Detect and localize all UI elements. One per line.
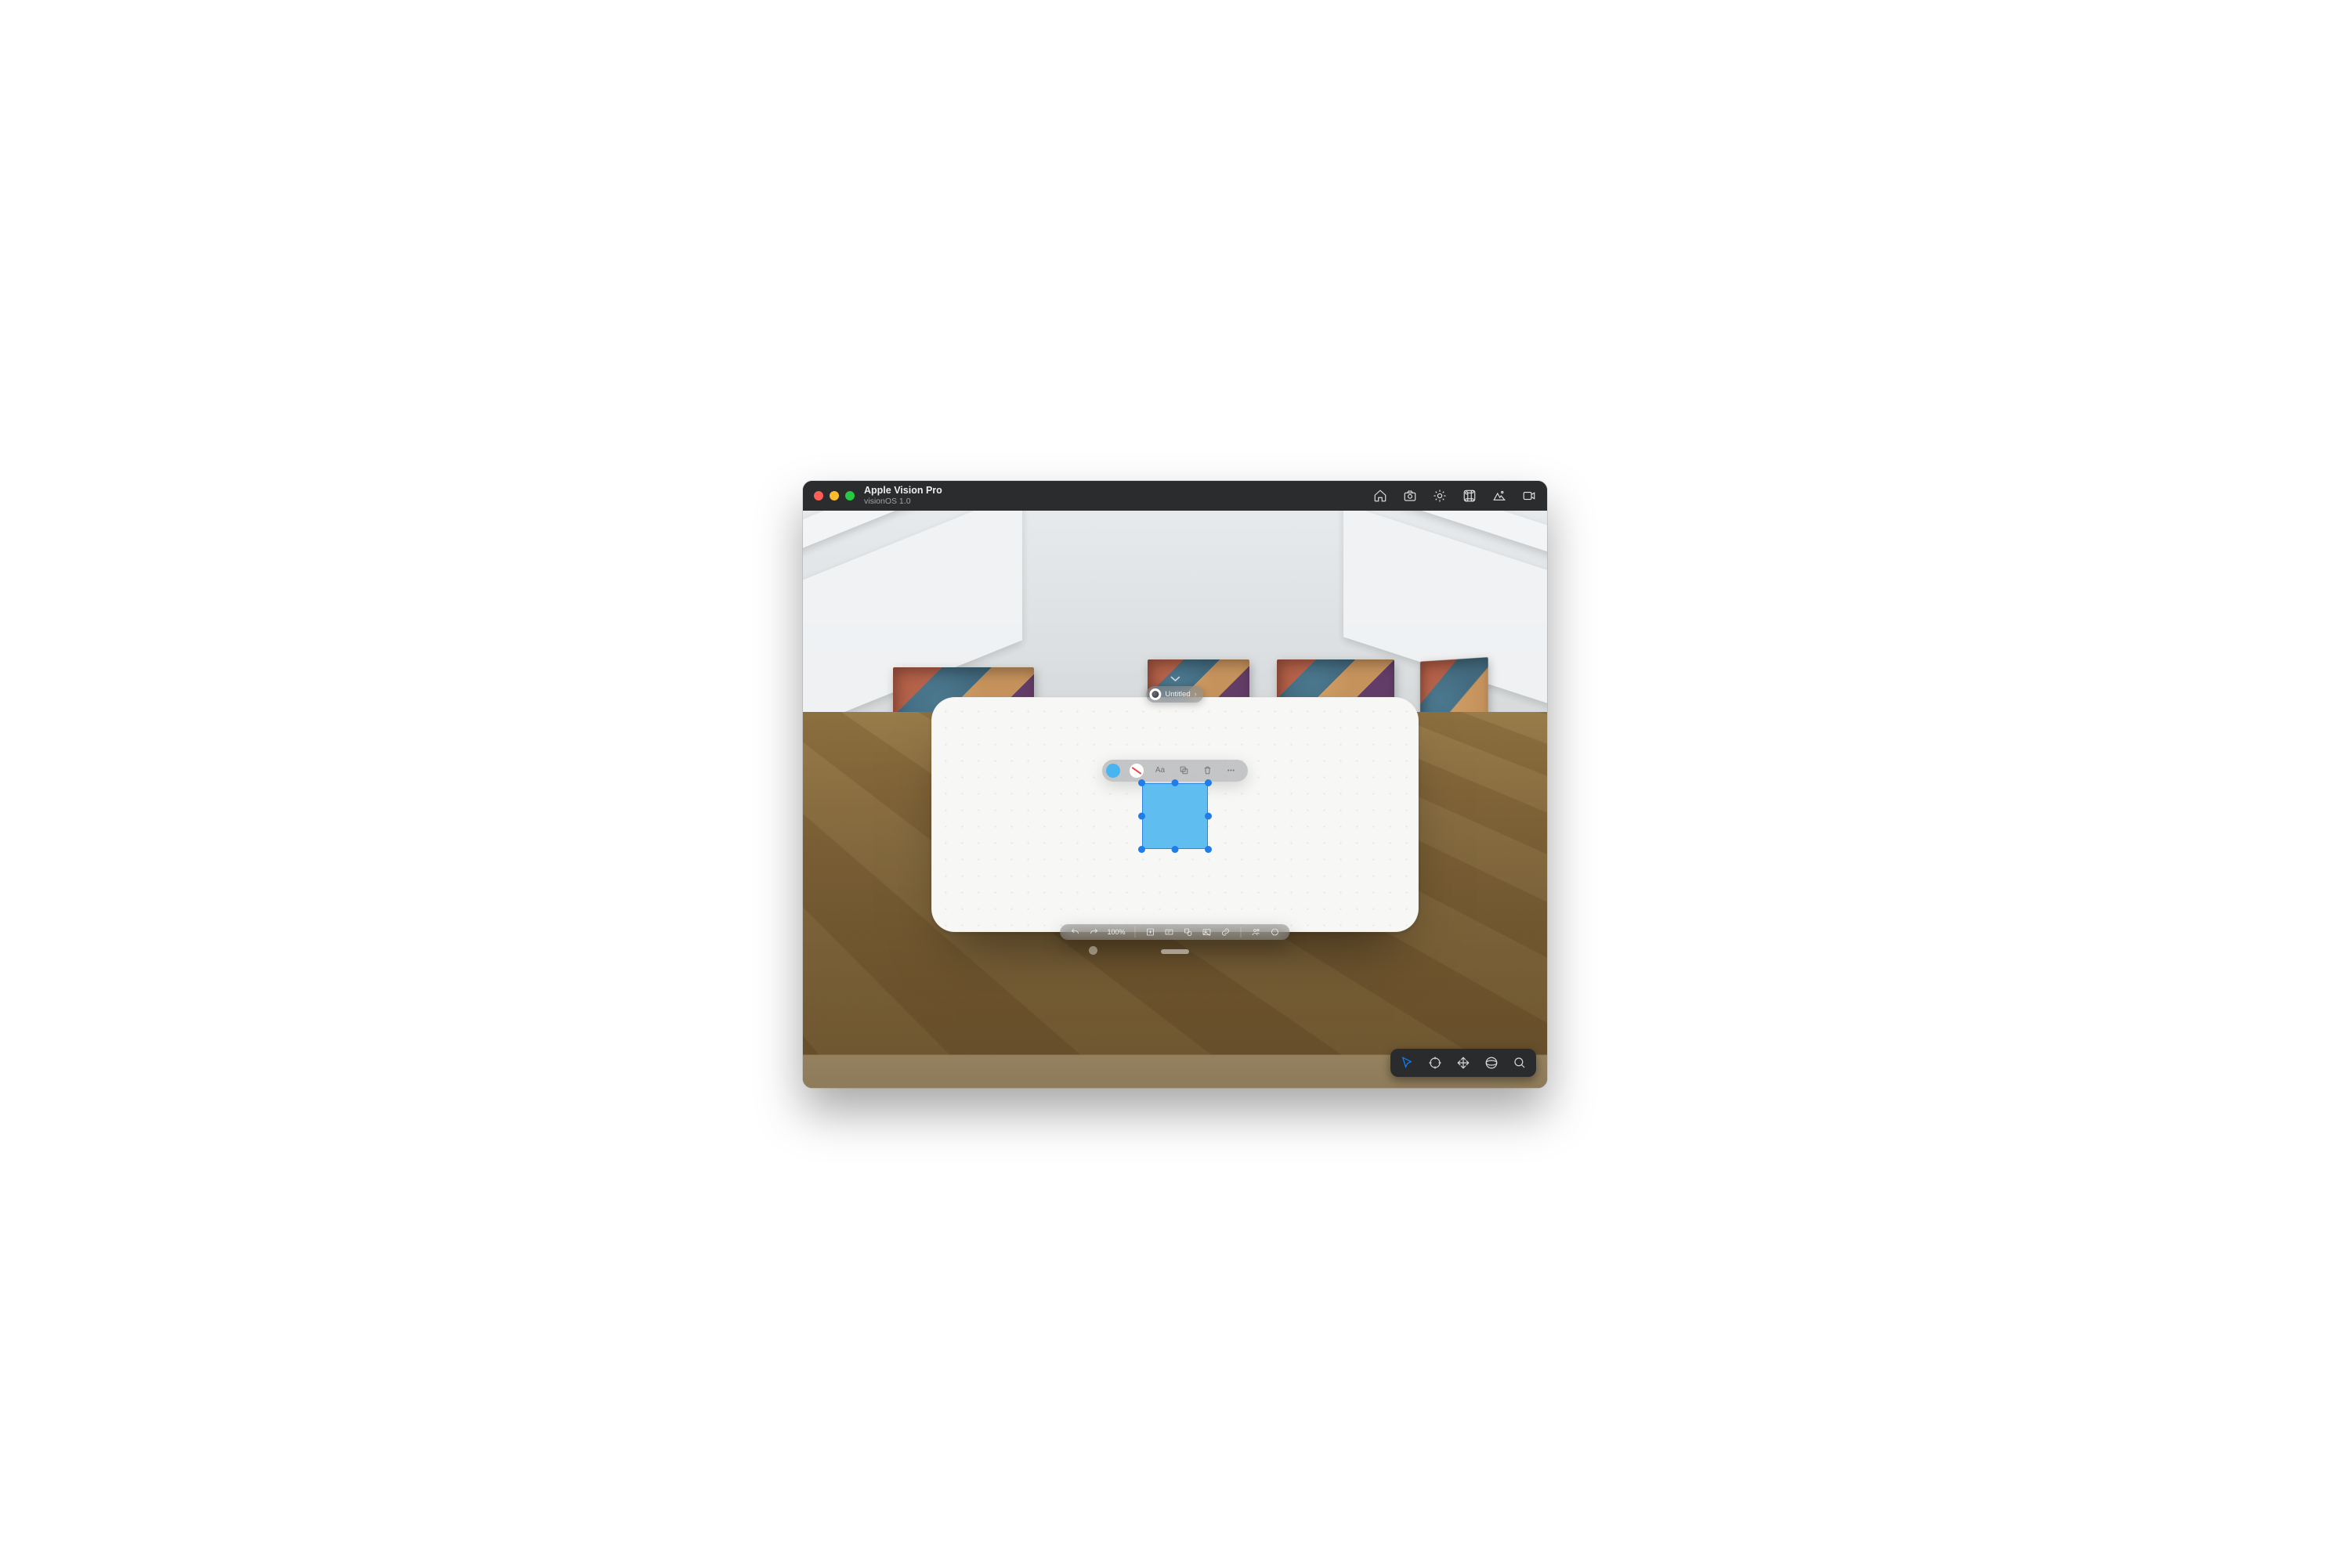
zoom-icon[interactable] [845,491,855,500]
toolbar-separator [1241,927,1242,938]
shapes-icon [1184,927,1193,937]
add-file-button[interactable] [1220,927,1231,938]
resize-handle-ml[interactable] [1138,812,1145,819]
document-title-pill[interactable]: Untitled › [1146,686,1203,703]
textbox-icon [1165,927,1174,937]
zoom-label[interactable]: 100% [1107,928,1125,936]
window-subtitle: visionOS 1.0 [864,497,942,506]
pan-tool-button[interactable] [1452,1053,1475,1073]
app-icon [1149,688,1161,700]
add-shape-button[interactable] [1183,927,1194,938]
magnify-icon [1513,1056,1527,1070]
chevron-down-icon[interactable] [1170,675,1180,683]
window-title: Apple Vision Pro [864,485,942,496]
resize-handle-tl[interactable] [1138,779,1145,786]
orbit-tool-button[interactable] [1480,1053,1503,1073]
delete-button[interactable] [1199,763,1215,779]
link-icon [1221,927,1231,937]
square-shape[interactable] [1142,783,1208,849]
fill-color-icon [1106,764,1120,778]
close-window-button[interactable] [1089,946,1097,955]
resize-handle-mr[interactable] [1205,812,1212,819]
fill-color-swatch[interactable] [1105,763,1121,779]
media-icon [1202,927,1212,937]
circle-icon [1271,927,1280,937]
shortcuts-button[interactable] [1462,489,1477,503]
resize-handle-br[interactable] [1205,846,1212,853]
freeform-canvas[interactable]: Aa [931,697,1419,932]
target-tool-button[interactable] [1423,1053,1447,1073]
pointer-icon [1400,1056,1414,1070]
collaborate-icon [1252,927,1261,937]
window-move-handle[interactable] [1161,949,1189,954]
simulator-camera-toolbar [1390,1049,1536,1077]
more-icon [1226,765,1236,775]
camera-icon [1403,489,1417,503]
add-text-button[interactable] [1164,927,1175,938]
more-button[interactable] [1223,763,1238,779]
shape-context-toolbar: Aa [1102,760,1248,782]
arrange-button[interactable] [1176,763,1191,779]
capture-button[interactable] [1403,489,1417,503]
document-title-label: Untitled [1165,690,1190,699]
titlebar: Apple Vision Pro visionOS 1.0 [803,481,1547,511]
canvas-toolbar: 100% [1060,924,1289,940]
brightness-icon [1433,489,1447,503]
traffic-lights [814,491,855,500]
minimize-icon[interactable] [830,491,839,500]
close-icon[interactable] [814,491,823,500]
share-button[interactable] [1251,927,1262,938]
simulator-window: Apple Vision Pro visionOS 1.0 [803,481,1547,1088]
arrange-icon [1179,765,1189,775]
pointer-tool-button[interactable] [1395,1053,1419,1073]
no-stroke-icon [1130,764,1144,778]
environment-button[interactable] [1492,489,1506,503]
viewport[interactable]: Untitled › Aa [803,511,1547,1088]
titlebar-right [1373,489,1536,503]
add-note-button[interactable] [1145,927,1156,938]
pan-icon [1456,1056,1470,1070]
brightness-button[interactable] [1433,489,1447,503]
sticky-note-icon [1146,927,1155,937]
document-title-group: Untitled › [1146,675,1203,703]
text-style-button[interactable]: Aa [1152,763,1168,779]
resize-handle-bm[interactable] [1172,846,1179,853]
home-icon [1373,489,1387,503]
target-icon [1428,1056,1442,1070]
more-canvas-button[interactable] [1270,927,1281,938]
redo-icon [1089,927,1098,937]
title-wrap: Apple Vision Pro visionOS 1.0 [864,485,942,505]
orbit-icon [1484,1056,1499,1070]
command-icon [1462,489,1477,503]
add-media-button[interactable] [1202,927,1213,938]
redo-button[interactable] [1088,927,1099,938]
trash-icon [1202,765,1213,775]
resize-handle-bl[interactable] [1138,846,1145,853]
chevron-right-icon: › [1195,690,1197,698]
record-button[interactable] [1522,489,1536,503]
resize-handle-tm[interactable] [1172,779,1179,786]
dolly-tool-button[interactable] [1508,1053,1531,1073]
mountains-icon [1492,489,1506,503]
resize-handle-tr[interactable] [1205,779,1212,786]
undo-button[interactable] [1069,927,1080,938]
stroke-color-swatch[interactable] [1129,763,1144,779]
selected-shape[interactable] [1142,783,1208,849]
undo-icon [1070,927,1079,937]
record-icon [1522,489,1536,503]
home-button[interactable] [1373,489,1387,503]
toolbar-separator [1135,927,1136,938]
